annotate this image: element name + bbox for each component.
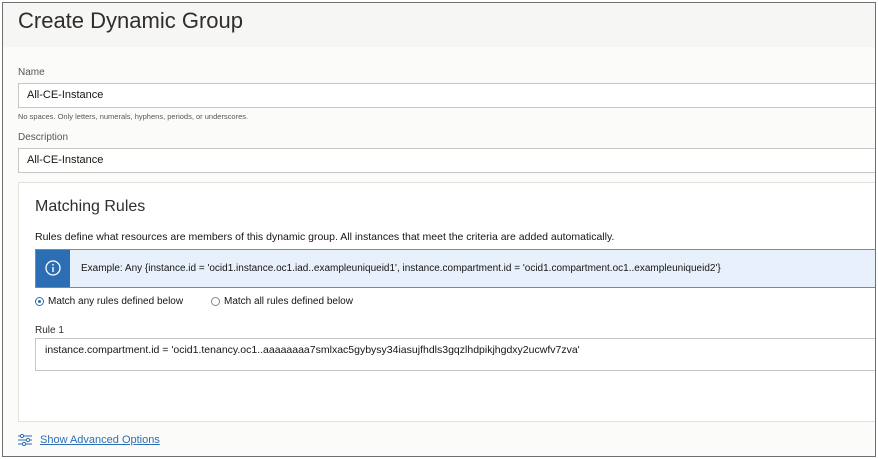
matching-rules-title: Matching Rules bbox=[35, 198, 146, 215]
matching-rules-panel: Matching Rules Rules define what resourc… bbox=[18, 182, 875, 422]
rule-1-input[interactable]: instance.compartment.id = 'ocid1.tenancy… bbox=[35, 338, 875, 371]
match-all-label: Match all rules defined below bbox=[224, 296, 353, 307]
description-input[interactable]: All-CE-Instance bbox=[18, 148, 875, 173]
create-dynamic-group-dialog: Create Dynamic Group Name All-CE-Instanc… bbox=[2, 2, 876, 457]
name-hint: No spaces. Only letters, numerals, hyphe… bbox=[18, 112, 249, 121]
matching-rules-description: Rules define what resources are members … bbox=[35, 231, 615, 243]
form-body: Name All-CE-Instance No spaces. Only let… bbox=[3, 47, 875, 456]
match-all-option[interactable]: Match all rules defined below bbox=[211, 296, 353, 307]
example-text: Example: Any {instance.id = 'ocid1.insta… bbox=[81, 263, 721, 274]
name-label: Name bbox=[18, 67, 45, 78]
match-any-option[interactable]: Match any rules defined below bbox=[35, 296, 183, 307]
description-label: Description bbox=[18, 132, 69, 143]
name-input[interactable]: All-CE-Instance bbox=[18, 83, 875, 108]
advanced-options-toggle[interactable]: Show Advanced Options bbox=[18, 434, 160, 446]
info-strip bbox=[36, 250, 70, 287]
example-info-box: Example: Any {instance.id = 'ocid1.insta… bbox=[35, 249, 875, 288]
rule-1-label: Rule 1 bbox=[35, 325, 64, 336]
dialog-header: Create Dynamic Group bbox=[3, 3, 875, 48]
show-advanced-options-link[interactable]: Show Advanced Options bbox=[40, 434, 160, 446]
match-any-radio[interactable] bbox=[35, 297, 44, 306]
info-icon bbox=[45, 260, 61, 276]
match-any-label: Match any rules defined below bbox=[48, 296, 184, 307]
sliders-icon bbox=[18, 434, 32, 446]
page-title: Create Dynamic Group bbox=[18, 8, 243, 33]
match-all-radio[interactable] bbox=[211, 297, 220, 306]
